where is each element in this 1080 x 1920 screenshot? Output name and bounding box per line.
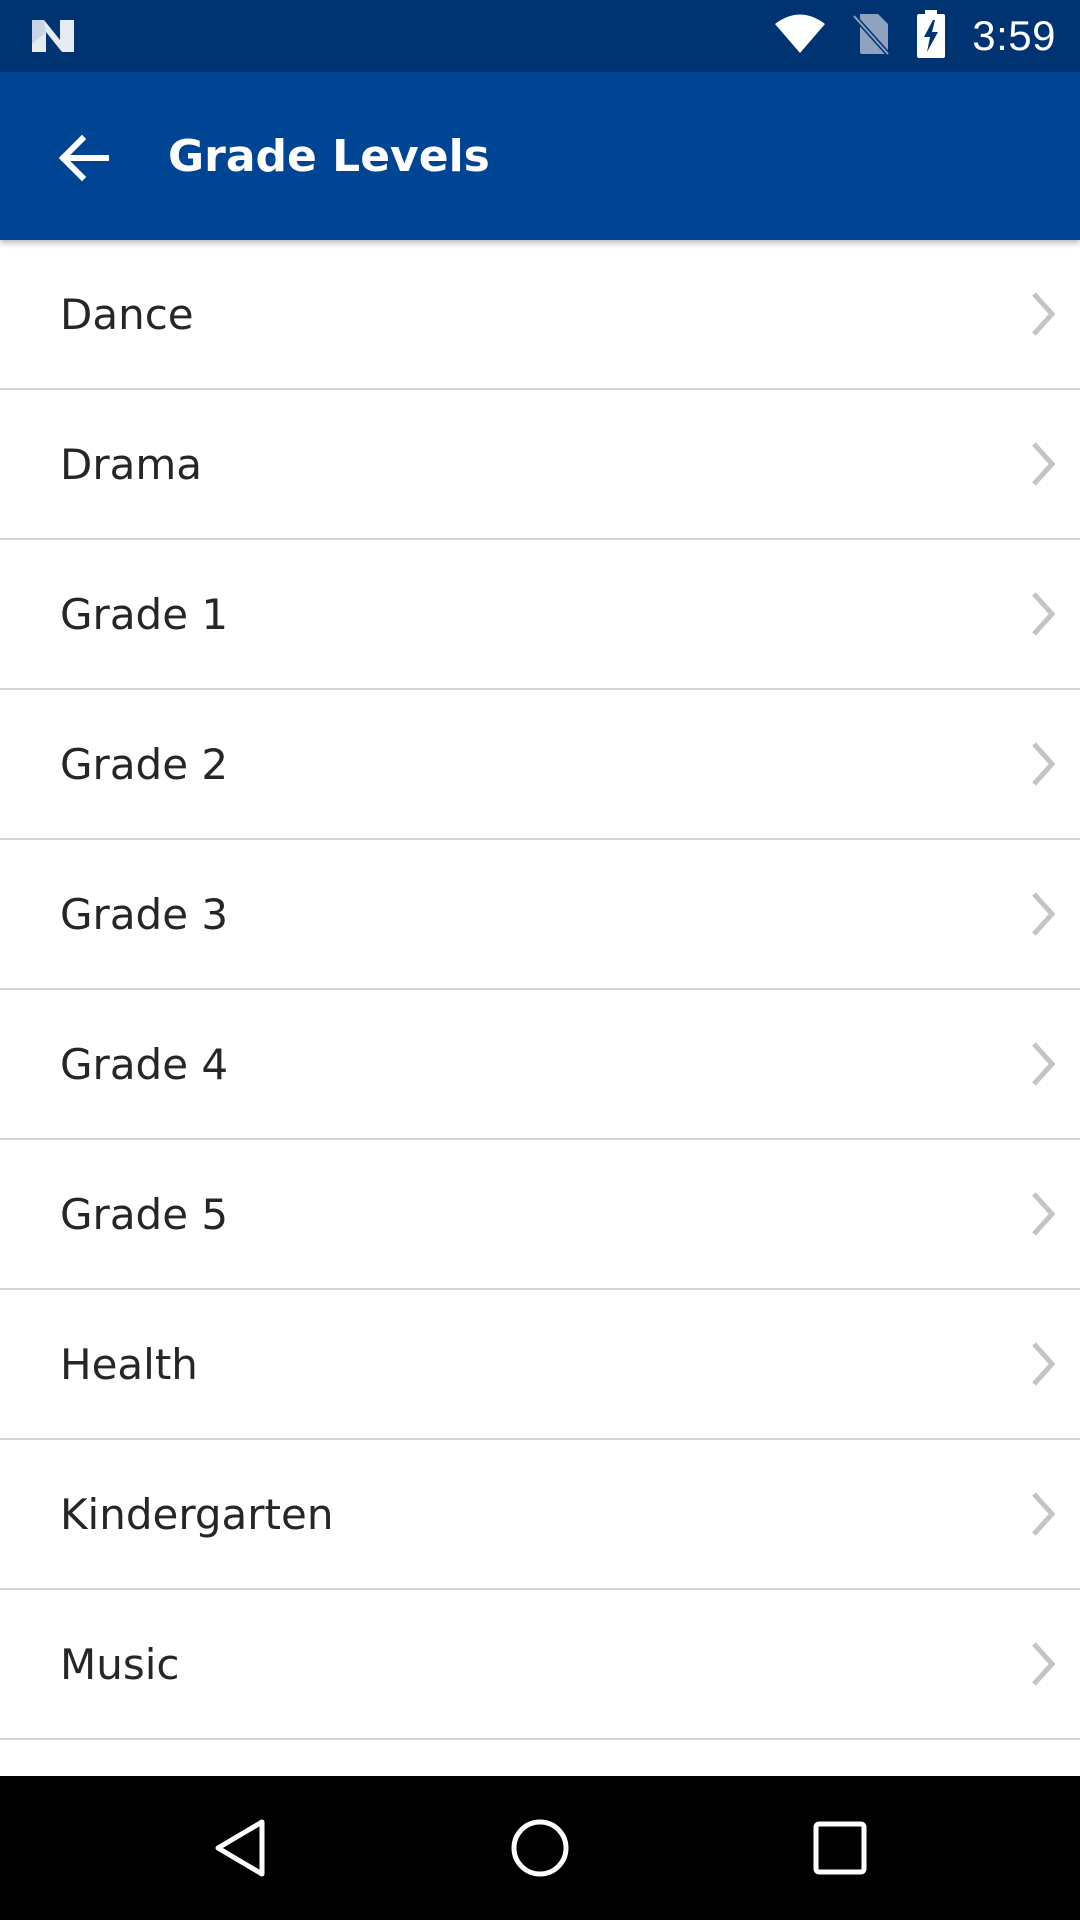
list-item-grade-2[interactable]: Grade 2 <box>0 690 1080 840</box>
nav-recents-icon <box>813 1821 867 1875</box>
chevron-right-icon <box>1032 742 1056 786</box>
list-item-label: Grade 5 <box>60 1189 229 1239</box>
page-title: Grade Levels <box>168 130 490 182</box>
list-item-kindergarten[interactable]: Kindergarten <box>0 1440 1080 1590</box>
status-time: 3:59 <box>972 12 1056 59</box>
chevron-right-icon <box>1032 1192 1056 1236</box>
chevron-right-icon <box>1032 892 1056 936</box>
chevron-right-icon <box>1032 1042 1056 1086</box>
back-button[interactable] <box>36 112 132 208</box>
list-item-label: Drama <box>60 439 202 489</box>
list-item-grade-3[interactable]: Grade 3 <box>0 840 1080 990</box>
chevron-right-icon <box>1032 292 1056 336</box>
status-bar: 3:59 <box>0 0 1080 72</box>
chevron-right-icon <box>1032 592 1056 636</box>
list-item-label: Grade 4 <box>60 1039 229 1089</box>
list-item-label: Dance <box>60 289 194 339</box>
list-item-drama[interactable]: Drama <box>0 390 1080 540</box>
system-nav-bar <box>0 1776 1080 1920</box>
list-item-music[interactable]: Music <box>0 1590 1080 1740</box>
list-item-health[interactable]: Health <box>0 1290 1080 1440</box>
grade-level-list: Dance Drama Grade 1 Grade 2 Grade 3 Grad… <box>0 240 1080 1776</box>
list-item-label: Kindergarten <box>60 1489 334 1539</box>
list-item-label: Music <box>60 1639 180 1689</box>
list-item-grade-4[interactable]: Grade 4 <box>0 990 1080 1140</box>
chevron-right-icon <box>1032 1342 1056 1386</box>
list-item-grade-1[interactable]: Grade 1 <box>0 540 1080 690</box>
list-item-dance[interactable]: Dance <box>0 240 1080 390</box>
back-arrow-icon <box>58 134 110 187</box>
battery-charging-icon <box>916 9 946 63</box>
chevron-right-icon <box>1032 442 1056 486</box>
app-bar: Grade Levels <box>0 72 1080 240</box>
list-item-label: Grade 1 <box>60 589 229 639</box>
list-item-partial[interactable] <box>0 1740 1080 1776</box>
list-item-grade-5[interactable]: Grade 5 <box>0 1140 1080 1290</box>
nav-home-button[interactable] <box>492 1800 588 1896</box>
nav-back-icon <box>215 1819 265 1877</box>
list-item-label: Grade 3 <box>60 889 229 939</box>
list-item-label: Health <box>60 1339 198 1389</box>
wifi-icon <box>774 13 826 60</box>
no-sim-icon <box>852 12 891 61</box>
chevron-right-icon <box>1032 1492 1056 1536</box>
screen: 3:59 Grade Levels Dance Drama Grade 1 Gr… <box>0 0 1080 1920</box>
chevron-right-icon <box>1032 1642 1056 1686</box>
nav-home-icon <box>511 1819 569 1877</box>
nav-back-button[interactable] <box>192 1800 288 1896</box>
nav-recents-button[interactable] <box>792 1800 888 1896</box>
status-icons: 3:59 <box>774 0 1056 72</box>
list-item-label: Grade 2 <box>60 739 229 789</box>
n-notification-icon <box>30 16 76 56</box>
